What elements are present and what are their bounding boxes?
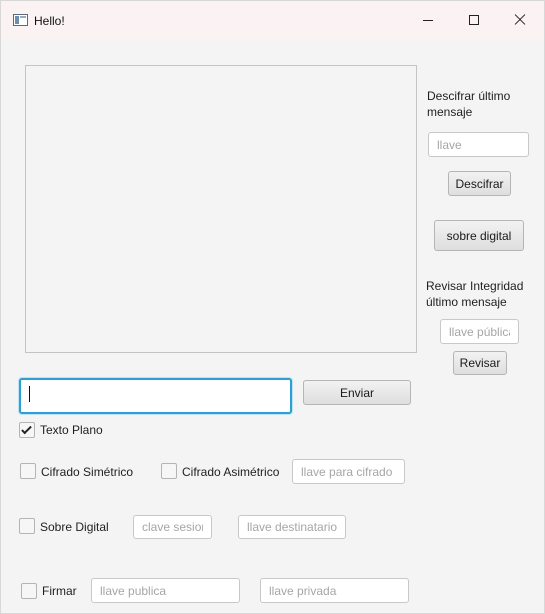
integrity-public-key-input[interactable] [440,319,519,344]
text-caret [29,386,30,402]
cipher-key-input[interactable] [292,459,405,484]
app-icon [13,14,28,26]
title-bar: Hello! [1,1,544,39]
sign-label: Firmar [42,584,77,598]
recipient-key-input[interactable] [238,515,346,539]
close-icon [513,13,527,27]
message-input[interactable] [19,378,292,414]
symmetric-cipher-checkbox[interactable] [20,463,36,479]
plain-text-checkbox[interactable] [19,422,35,438]
sign-private-key-input[interactable] [260,578,409,603]
asymmetric-cipher-checkbox[interactable] [161,463,177,479]
decrypt-key-input[interactable] [428,132,529,157]
sign-public-key-input[interactable] [91,578,240,603]
messages-area[interactable] [25,65,417,353]
digital-envelope-checkbox[interactable] [19,518,35,534]
check-icon [21,423,32,435]
decrypt-last-label: Descifrar último mensaje [427,89,511,119]
asymmetric-cipher-label: Cifrado Asimétrico [182,465,280,479]
close-button[interactable] [497,1,543,39]
decrypt-button[interactable]: Descifrar [448,171,511,196]
check-button[interactable]: Revisar [453,351,507,375]
check-integrity-label: Revisar Integridad último mensaje [426,279,524,309]
symmetric-cipher-label: Cifrado Simétrico [41,465,134,479]
window-title: Hello! [34,14,65,28]
minimize-button[interactable] [405,1,451,39]
maximize-button[interactable] [451,1,497,39]
minimize-icon [423,19,433,21]
plain-text-label: Texto Plano [40,423,103,437]
digital-envelope-label: Sobre Digital [40,520,109,534]
send-button[interactable]: Enviar [303,380,411,405]
app-window: Hello! Descifrar último mensaje Descifra… [0,0,545,614]
sign-checkbox[interactable] [21,583,37,599]
session-key-input[interactable] [133,515,212,539]
digital-envelope-button[interactable]: sobre digital [434,220,524,251]
maximize-icon [469,15,479,25]
